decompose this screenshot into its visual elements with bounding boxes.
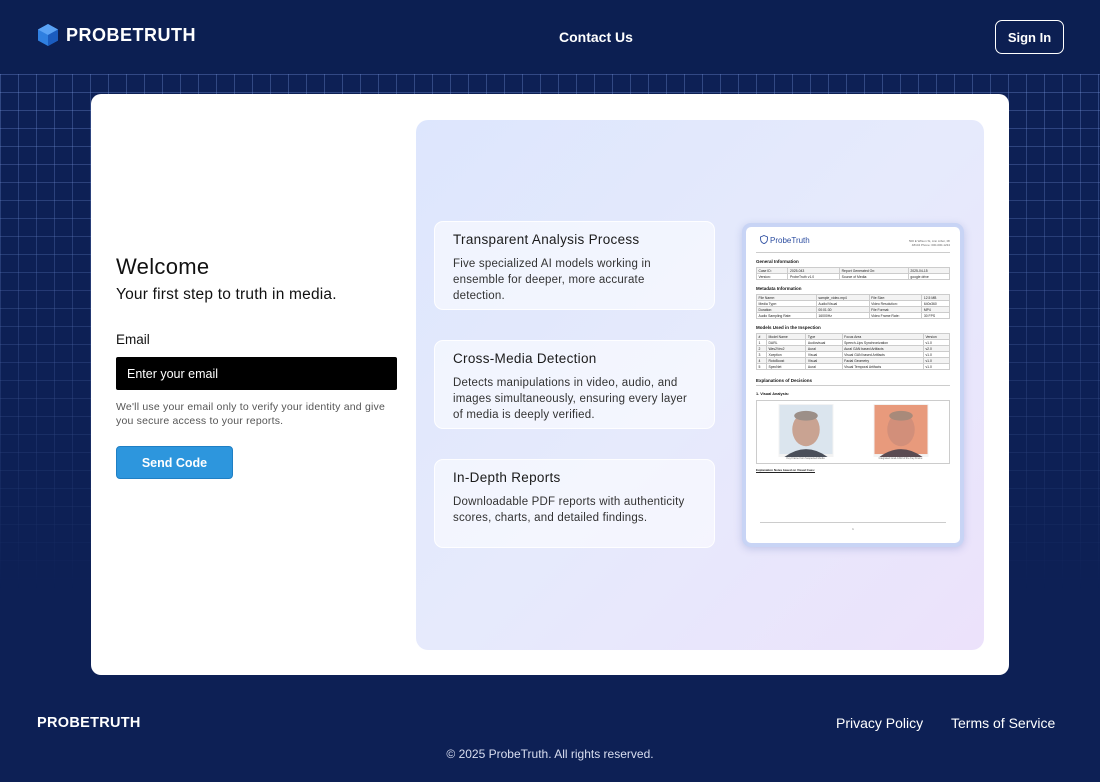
contact-us-link[interactable]: Contact Us (559, 29, 633, 45)
table-cell: Source of Media: (839, 273, 909, 280)
report-address: 500 E Wilson St, Ann Arbor, MI 48104 Pho… (908, 239, 950, 247)
login-form: Welcome Your first step to truth in medi… (116, 254, 397, 479)
features-panel: Transparent Analysis Process Five specia… (416, 120, 984, 650)
table-cell: Visual Temporal Artifacts (841, 363, 924, 370)
hexagon-logo-icon (36, 23, 60, 47)
privacy-policy-link[interactable]: Privacy Policy (836, 715, 923, 731)
key-frame-image: Key Frame from Suspected Media (760, 404, 851, 460)
top-header: PROBETRUTH Contact Us Sign In (0, 0, 1100, 74)
grad-cam-image: Integrated Grad-CAM of the Key Frame (855, 404, 946, 460)
table-cell: Video Frame Rate: (868, 312, 923, 319)
table-cell: v1.0 (922, 363, 951, 370)
feature-description: Detects manipulations in video, audio, a… (453, 377, 688, 421)
feature-title: Transparent Analysis Process (453, 232, 640, 247)
welcome-subtitle: Your first step to truth in media. (116, 286, 337, 303)
terms-of-service-link[interactable]: Terms of Service (951, 715, 1055, 731)
table-cell: 30 FPS (921, 312, 950, 319)
welcome-title: Welcome (116, 254, 210, 279)
copyright-text: © 2025 ProbeTruth. All rights reserved. (446, 747, 654, 761)
feature-description: Five specialized AI models working in en… (453, 258, 651, 302)
report-metadata-table: File Name: sample_video.mp4 File Size: 1… (756, 294, 950, 319)
feature-card-cross-media: Cross-Media Detection Detects manipulati… (434, 340, 715, 429)
table-row: 5 SpecNet Aural Visual Temporal Artifact… (756, 363, 951, 370)
table-cell: Audio Sampling Rate: (756, 312, 817, 319)
email-help-text: We'll use your email only to verify your… (116, 401, 386, 427)
report-models-heading: Models Used in the Inspection (756, 325, 821, 330)
report-notes-label: Explanation Notes based on Visual Cues: (756, 468, 815, 472)
feature-card-in-depth-reports: In-Depth Reports Downloadable PDF report… (434, 459, 715, 548)
email-label: Email (116, 332, 150, 347)
sign-in-button[interactable]: Sign In (995, 20, 1064, 54)
table-cell: Aural (805, 363, 843, 370)
image-caption: Integrated Grad-CAM of the Key Frame (878, 457, 923, 460)
divider (756, 385, 950, 386)
table-cell: 16000Hz (815, 312, 870, 319)
divider (756, 252, 950, 253)
report-page: ProbeTruth 500 E Wilson St, Ann Arbor, M… (746, 227, 960, 543)
report-general-heading: General Information (756, 259, 799, 264)
brand-name: PROBETRUTH (66, 24, 196, 45)
feature-description: Downloadable PDF reports with authentici… (453, 496, 685, 524)
report-image-pair: Key Frame from Suspected Media Integrate… (756, 400, 950, 464)
shield-icon (760, 235, 768, 246)
feature-title: In-Depth Reports (453, 470, 561, 485)
footer-brand: PROBETRUTH (37, 715, 141, 731)
brand-logo[interactable]: PROBETRUTH (36, 23, 196, 47)
email-input[interactable] (116, 357, 397, 390)
report-visual-heading: 1. Visual Analysis: (756, 392, 790, 396)
report-general-table: Case ID: 2025-043 Report Generated On: 2… (755, 267, 951, 280)
table-cell: ProbeTruth v1.0 (787, 273, 841, 280)
report-decisions-heading: Explanations of Decisions (756, 378, 813, 383)
table-cell: SpecNet (765, 363, 807, 370)
table-cell: google drive (907, 273, 951, 280)
feature-card-transparent-analysis: Transparent Analysis Process Five specia… (434, 221, 715, 310)
feature-title: Cross-Media Detection (453, 351, 597, 366)
report-metadata-heading: Metadata Information (756, 286, 802, 291)
main-card: Welcome Your first step to truth in medi… (91, 94, 1009, 675)
table-row: Version: ProbeTruth v1.0 Source of Media… (755, 273, 951, 280)
divider (760, 522, 946, 523)
send-code-button[interactable]: Send Code (116, 446, 233, 479)
table-cell: 5 (756, 363, 767, 370)
report-brand-name: ProbeTruth (770, 236, 810, 245)
report-preview: ProbeTruth 500 E Wilson St, Ann Arbor, M… (742, 223, 964, 547)
page-number: 1 (852, 527, 854, 531)
report-models-table: # Model Name Type Focus Area Version 1 D… (756, 333, 951, 370)
table-row: Audio Sampling Rate: 16000Hz Video Frame… (756, 312, 950, 319)
image-caption: Key Frame from Suspected Media (786, 457, 825, 460)
table-cell: Version: (755, 273, 789, 280)
